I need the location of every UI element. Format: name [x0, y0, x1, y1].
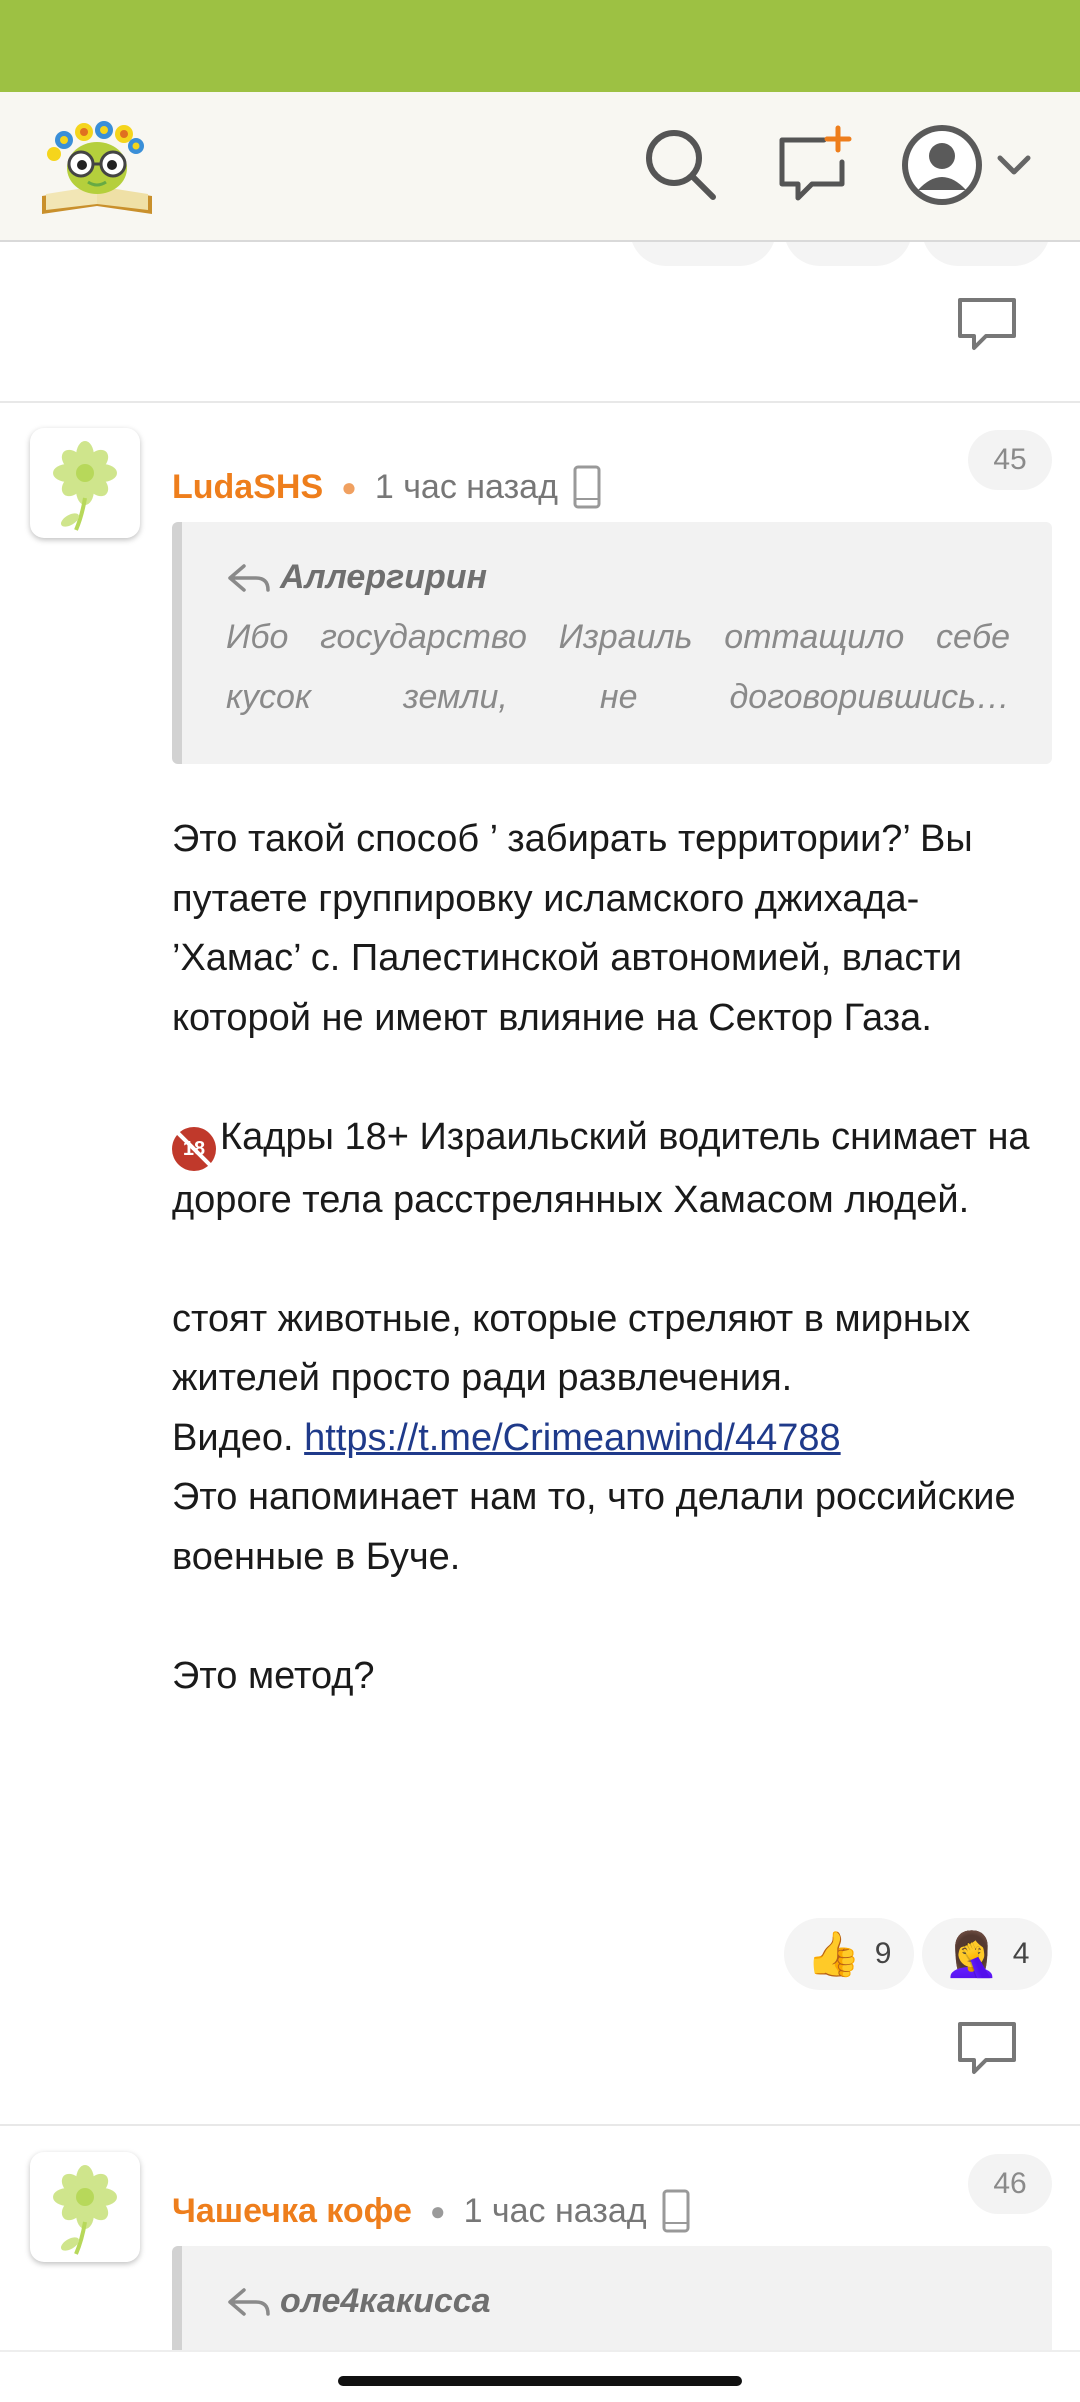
- quote-author-name: Аллергирин: [280, 558, 488, 596]
- paragraph: Это напоминает нам то, что делали россий…: [172, 1476, 1027, 1578]
- user-menu-button[interactable]: [900, 120, 1050, 210]
- video-label: Видео.: [172, 1416, 294, 1459]
- quote-text: Ибо государство Израиль оттащило себе ку…: [226, 618, 1010, 716]
- paragraph: Это метод?: [172, 1654, 375, 1697]
- system-nav-bar: [0, 2350, 1080, 2402]
- reaction-like[interactable]: 👍 9: [784, 1918, 914, 1990]
- author-avatar[interactable]: [30, 428, 140, 538]
- reaction-pill[interactable]: [922, 240, 1050, 266]
- author-avatar[interactable]: [30, 2152, 140, 2262]
- paragraph: Это такой способ ’ забирать территории?’…: [172, 818, 984, 1039]
- paragraph: стоят животные, которые стреляют в мирны…: [172, 1297, 981, 1400]
- thumbs-up-icon: 👍: [806, 1930, 861, 1979]
- status-bar: [0, 0, 1080, 92]
- quote-author-name: оле4какисса: [280, 2282, 491, 2320]
- reply-arrow-icon: [228, 2287, 270, 2316]
- home-gesture-bar[interactable]: [338, 2376, 742, 2386]
- mobile-device-icon: [573, 465, 601, 509]
- flower-avatar-icon: [53, 2165, 117, 2255]
- author-name[interactable]: LudaSHS: [172, 468, 323, 507]
- reaction-count: 4: [1012, 1937, 1030, 1970]
- reaction-pill[interactable]: [630, 240, 776, 266]
- separator-dot: ●: [429, 2195, 446, 2226]
- author-name[interactable]: Чашечка кофе: [172, 2192, 412, 2231]
- new-post-button[interactable]: [772, 122, 856, 206]
- new-post-icon: [779, 125, 852, 201]
- reply-arrow-icon: [228, 563, 270, 592]
- comment-divider: [0, 2124, 1080, 2126]
- comment-meta: LudaSHS ● 1 час назад: [172, 462, 602, 512]
- reply-icon[interactable]: [956, 296, 1018, 352]
- user-avatar-icon: [902, 125, 982, 205]
- app-header: [0, 92, 1080, 242]
- comment-time: 1 час назад: [374, 467, 558, 506]
- paragraph: Кадры 18+ Израильский водитель снимает н…: [172, 1115, 1041, 1221]
- reply-icon[interactable]: [956, 2020, 1018, 2076]
- flower-avatar-icon: [53, 441, 117, 531]
- reaction-pill[interactable]: [784, 240, 912, 266]
- comment-time: 1 час назад: [463, 2191, 647, 2230]
- site-logo[interactable]: [34, 110, 160, 222]
- chevron-down-icon: [997, 155, 1031, 175]
- facepalm-icon: 🤦‍♀️: [944, 1930, 999, 1979]
- quote-author: оле4какисса: [226, 2282, 1010, 2321]
- separator-dot: ●: [341, 471, 357, 502]
- search-icon: [646, 130, 716, 200]
- comment-number-badge[interactable]: 45: [968, 430, 1052, 490]
- quote-block[interactable]: оле4какисса: [172, 2246, 1052, 2350]
- reaction-facepalm[interactable]: 🤦‍♀️ 4: [922, 1918, 1052, 1990]
- video-link[interactable]: https://t.me/Crimeanwind/44788: [304, 1417, 841, 1459]
- comments-feed: LudaSHS ● 1 час назад 45 Аллергирин Ибо …: [0, 240, 1080, 2350]
- mobile-device-icon: [662, 2189, 690, 2233]
- quote-author: Аллергирин: [226, 558, 1010, 597]
- reaction-count: 9: [874, 1937, 892, 1970]
- search-button[interactable]: [638, 122, 722, 206]
- comment-number-badge[interactable]: 46: [968, 2154, 1052, 2214]
- comment-divider: [0, 401, 1080, 403]
- quote-block[interactable]: Аллергирин Ибо государство Израиль оттащ…: [172, 522, 1052, 764]
- age-18-icon: 18: [172, 1126, 216, 1171]
- comment-meta: Чашечка кофе ● 1 час назад: [172, 2186, 691, 2236]
- comment-body: Это такой способ ’ забирать территории?’…: [172, 810, 1052, 1706]
